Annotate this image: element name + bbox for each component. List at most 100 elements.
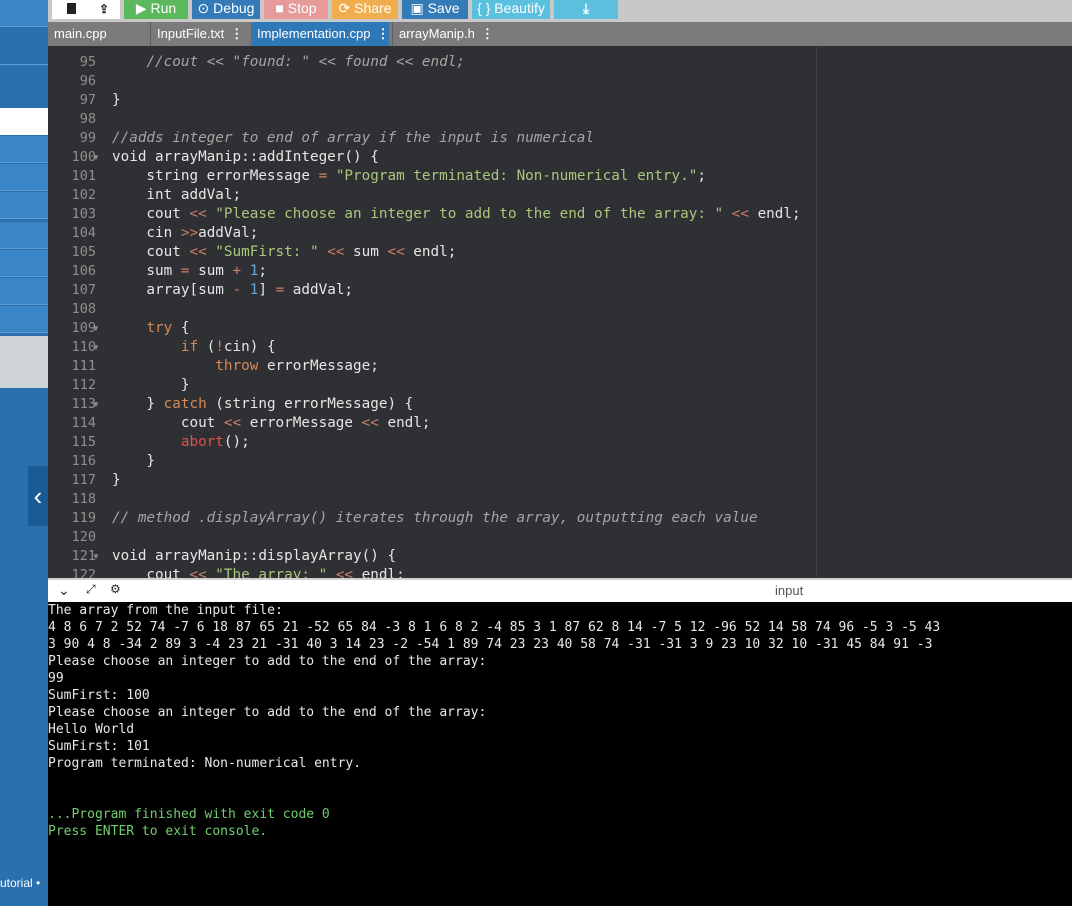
console-header: ⌄ ⤢ ⚙ input bbox=[48, 578, 1072, 602]
code-line[interactable]: sum = sum + 1; bbox=[112, 262, 267, 281]
sidebar-footer-text[interactable]: utorial • bbox=[0, 876, 40, 890]
collapse-sidebar-icon[interactable]: ‹ bbox=[28, 466, 48, 526]
print-margin bbox=[816, 46, 817, 578]
tab-inputfile-txt[interactable]: InputFile.txt ⋮ bbox=[150, 22, 247, 46]
tab-implementation-cpp[interactable]: Implementation.cpp ⋮ bbox=[251, 22, 389, 46]
stop-button[interactable]: ■ Stop bbox=[264, 0, 328, 19]
console-line: Hello World bbox=[48, 722, 135, 737]
line-number: 119 bbox=[71, 510, 96, 526]
save-label: Save bbox=[427, 0, 460, 16]
line-number: 120 bbox=[71, 529, 96, 545]
run-button[interactable]: ▶ Run bbox=[124, 0, 188, 19]
tab-menu-icon[interactable]: ⋮ bbox=[481, 26, 494, 41]
upload-icon: ⇪ bbox=[98, 2, 110, 16]
left-sidebar: ‹ utorial • bbox=[0, 0, 48, 906]
console-line: Please choose an integer to add to the e… bbox=[48, 705, 487, 720]
console-input-label: input bbox=[775, 583, 804, 598]
code-line[interactable]: if (!cin) { bbox=[112, 338, 276, 357]
code-line[interactable]: } catch (string errorMessage) { bbox=[112, 395, 413, 414]
console-output[interactable]: The array from the input file: 4 8 6 7 2 … bbox=[48, 602, 1072, 906]
code-line[interactable]: } bbox=[112, 91, 121, 110]
line-number: 98 bbox=[79, 111, 96, 127]
code-line[interactable]: cin >>addVal; bbox=[112, 224, 258, 243]
line-number: 107 bbox=[71, 282, 96, 298]
code-line[interactable]: void arrayManip::displayArray() { bbox=[112, 547, 396, 566]
code-line[interactable]: cout << errorMessage << endl; bbox=[112, 414, 431, 433]
chevron-down-icon[interactable]: ⌄ bbox=[58, 582, 70, 599]
code-line[interactable]: //adds integer to end of array if the in… bbox=[112, 129, 594, 148]
line-number: 97 bbox=[79, 92, 96, 108]
tab-menu-icon[interactable]: ⋮ bbox=[376, 26, 389, 41]
download-button[interactable]: ⤓ bbox=[554, 0, 618, 19]
fold-toggle-icon[interactable]: ▼ bbox=[92, 547, 100, 566]
beautify-label: { } Beautify bbox=[477, 0, 545, 16]
share-button[interactable]: ⟳ Share bbox=[332, 0, 398, 19]
save-button[interactable]: ▣ Save bbox=[402, 0, 468, 19]
code-line[interactable]: int addVal; bbox=[112, 186, 241, 205]
code-line[interactable]: array[sum - 1] = addVal; bbox=[112, 281, 353, 300]
console-line: Please choose an integer to add to the e… bbox=[48, 654, 487, 669]
tab-main-cpp[interactable]: main.cpp bbox=[48, 22, 149, 46]
fold-toggle-icon[interactable]: ▼ bbox=[92, 148, 100, 167]
line-number: 109 bbox=[71, 320, 96, 336]
tab-label: InputFile.txt bbox=[157, 26, 225, 41]
sidebar-item-selected[interactable] bbox=[0, 108, 48, 135]
stop-icon: ■ bbox=[275, 0, 284, 16]
fold-toggle-icon[interactable]: ▼ bbox=[92, 319, 100, 338]
code-line[interactable]: cout << "Please choose an integer to add… bbox=[112, 205, 800, 224]
line-number: 110 bbox=[71, 339, 96, 355]
code-line[interactable]: } bbox=[112, 471, 121, 490]
stop-label: Stop bbox=[287, 0, 317, 16]
sidebar-item[interactable] bbox=[0, 164, 48, 191]
settings-icon[interactable]: ⚙ bbox=[110, 582, 121, 596]
tab-arraymanip-h[interactable]: arrayManip.h ⋮ bbox=[392, 22, 495, 46]
code-line[interactable]: try { bbox=[112, 319, 189, 338]
upload-button[interactable]: ⇪ bbox=[88, 0, 120, 19]
tab-menu-icon[interactable]: ⋮ bbox=[230, 26, 243, 41]
code-line[interactable]: cout << "The array: " << endl; bbox=[112, 566, 404, 578]
new-file-button[interactable] bbox=[52, 0, 90, 19]
sidebar-item[interactable] bbox=[0, 40, 48, 65]
sidebar-item[interactable] bbox=[0, 250, 48, 277]
line-number: 108 bbox=[71, 301, 96, 317]
code-line[interactable]: abort(); bbox=[112, 433, 250, 452]
debug-button[interactable]: ⊙ Debug bbox=[192, 0, 260, 19]
sidebar-item[interactable] bbox=[0, 0, 48, 27]
fold-toggle-icon[interactable]: ▼ bbox=[92, 395, 100, 414]
code-line[interactable]: //cout << "found: " << found << endl; bbox=[112, 53, 464, 72]
code-line[interactable]: throw errorMessage; bbox=[112, 357, 379, 376]
code-editor[interactable]: 95 96 97 98 99 100 ▼ 101 102 103 104 105 106 107 108 10… bbox=[48, 46, 1072, 578]
console-line: 99 bbox=[48, 671, 64, 686]
code-line[interactable]: cout << "SumFirst: " << sum << endl; bbox=[112, 243, 456, 262]
line-number: 102 bbox=[71, 187, 96, 203]
sidebar-ad-block bbox=[0, 336, 48, 388]
line-number: 96 bbox=[79, 73, 96, 89]
code-line[interactable]: } bbox=[112, 452, 155, 471]
line-number: 105 bbox=[71, 244, 96, 260]
code-line[interactable]: string errorMessage = "Program terminate… bbox=[112, 167, 706, 186]
sidebar-item[interactable] bbox=[0, 306, 48, 333]
line-number: 116 bbox=[71, 453, 96, 469]
line-number: 95 bbox=[79, 54, 96, 70]
run-label: Run bbox=[150, 0, 177, 16]
line-number: 101 bbox=[71, 168, 96, 184]
line-number: 117 bbox=[71, 472, 96, 488]
line-number: 106 bbox=[71, 263, 96, 279]
line-number: 104 bbox=[71, 225, 96, 241]
sidebar-item[interactable] bbox=[0, 222, 48, 249]
sidebar-item[interactable] bbox=[0, 136, 48, 163]
sidebar-item[interactable] bbox=[0, 192, 48, 219]
expand-icon[interactable]: ⤢ bbox=[86, 582, 96, 597]
line-number: 103 bbox=[71, 206, 96, 222]
beautify-button[interactable]: { } Beautify bbox=[472, 0, 550, 19]
tab-label: Implementation.cpp bbox=[257, 26, 371, 41]
code-line[interactable]: // method .displayArray() iterates throu… bbox=[112, 509, 758, 528]
console-line: The array from the input file: bbox=[48, 603, 283, 618]
line-number: 99 bbox=[79, 130, 96, 146]
line-number: 122 bbox=[71, 567, 96, 578]
code-line[interactable]: void arrayManip::addInteger() { bbox=[112, 148, 379, 167]
fold-toggle-icon[interactable]: ▼ bbox=[92, 338, 100, 357]
line-number: 100 bbox=[71, 149, 96, 165]
code-line[interactable]: } bbox=[112, 376, 190, 395]
sidebar-item[interactable] bbox=[0, 278, 48, 305]
